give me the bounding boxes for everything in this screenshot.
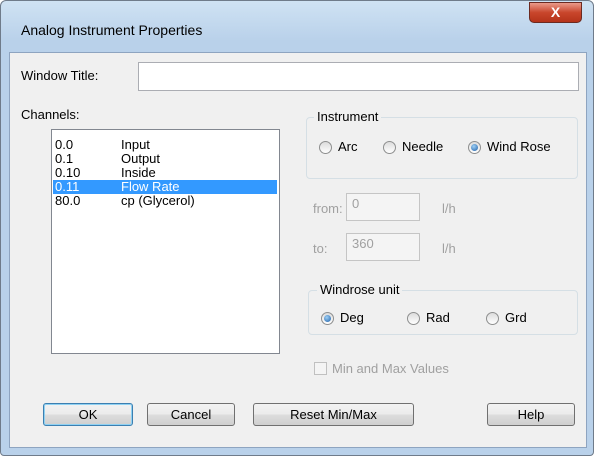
radio-needle[interactable] — [383, 141, 396, 154]
window-title-input[interactable] — [138, 62, 579, 91]
windrose-unit-group-title: Windrose unit — [317, 282, 403, 297]
window-title: Analog Instrument Properties — [21, 22, 203, 38]
radio-rad-label[interactable]: Rad — [426, 310, 450, 325]
channels-label: Channels: — [21, 107, 80, 122]
instrument-group-title: Instrument — [314, 109, 382, 124]
radio-arc-label[interactable]: Arc — [338, 139, 358, 154]
close-icon: X — [550, 4, 561, 20]
channel-id: 0.10 — [55, 165, 81, 180]
list-item[interactable]: 80.0 cp (Glycerol) — [53, 194, 285, 208]
window-title-label: Window Title: — [21, 68, 99, 83]
from-unit: l/h — [442, 201, 456, 216]
channels-listbox[interactable]: 0.0 Input 0.1 Output 0.10 Inside 0.11 Flow R… — [51, 129, 280, 354]
channel-id: 80.0 — [55, 193, 81, 208]
help-button[interactable]: Help — [487, 403, 575, 426]
to-label: to: — [313, 241, 328, 256]
channel-id: 0.11 — [55, 179, 80, 194]
dialog-window: Analog Instrument Properties X Window Ti… — [0, 0, 594, 456]
channel-name: cp (Glycerol) — [121, 193, 195, 208]
radio-grd[interactable] — [486, 312, 499, 325]
channel-id: 0.1 — [55, 151, 74, 166]
list-item[interactable]: 0.0 Input — [53, 138, 285, 152]
cancel-button[interactable]: Cancel — [147, 403, 235, 426]
radio-grd-label[interactable]: Grd — [505, 310, 527, 325]
radio-wind-rose[interactable] — [468, 141, 481, 154]
list-item[interactable]: 0.1 Output — [53, 152, 285, 166]
reset-min-max-button[interactable]: Reset Min/Max — [253, 403, 414, 426]
minmax-label: Min and Max Values — [332, 361, 449, 376]
radio-deg-label[interactable]: Deg — [340, 310, 364, 325]
radio-needle-label[interactable]: Needle — [402, 139, 443, 154]
minmax-checkbox[interactable] — [314, 362, 327, 375]
radio-deg[interactable] — [321, 312, 334, 325]
from-input[interactable]: 0 — [346, 193, 420, 221]
channel-name: Input — [121, 137, 150, 152]
radio-wind-rose-label[interactable]: Wind Rose — [487, 139, 551, 154]
channel-id: 0.0 — [55, 137, 74, 152]
channel-name: Flow Rate — [121, 179, 180, 194]
to-input[interactable]: 360 — [346, 233, 420, 261]
list-item-selected[interactable]: 0.11 Flow Rate — [53, 180, 277, 194]
from-label: from: — [313, 201, 343, 216]
channel-name: Inside — [121, 165, 156, 180]
to-unit: l/h — [442, 241, 456, 256]
channel-name: Output — [121, 151, 161, 166]
radio-arc[interactable] — [319, 141, 332, 154]
radio-rad[interactable] — [407, 312, 420, 325]
close-button[interactable]: X — [529, 2, 582, 23]
list-item[interactable]: 0.10 Inside — [53, 166, 285, 180]
ok-button[interactable]: OK — [43, 403, 133, 426]
